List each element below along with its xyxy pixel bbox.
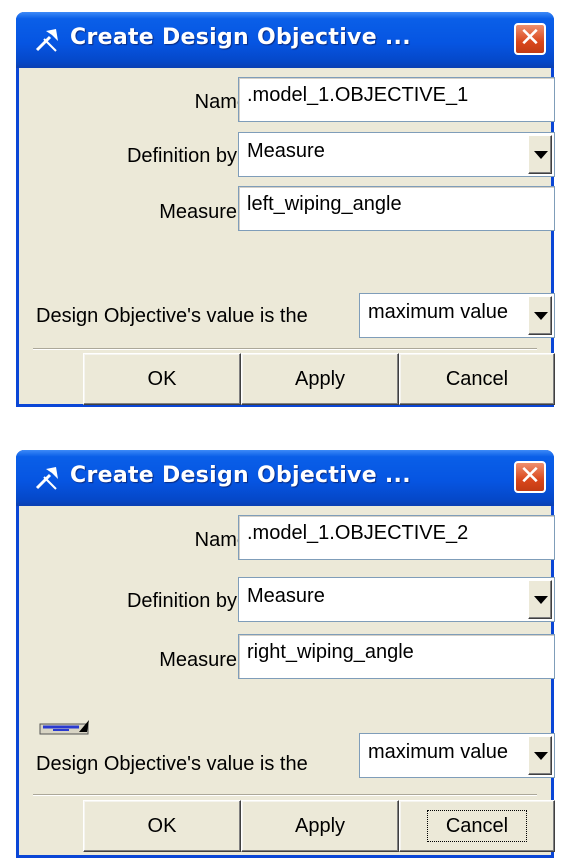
measure-label: Measure [159, 649, 237, 671]
definition-by-value: Measure [247, 140, 325, 162]
value-is-select[interactable]: maximum value [359, 293, 555, 338]
close-icon: ✕ [519, 461, 541, 491]
value-is-label: Design Objective's value is the [36, 753, 308, 775]
definition-by-select[interactable]: Measure [238, 577, 555, 622]
title-bar[interactable]: Create Design Objective ... ✕ [16, 450, 554, 506]
chevron-down-icon[interactable] [528, 736, 552, 775]
chevron-down-icon[interactable] [528, 296, 552, 335]
cancel-button[interactable]: Cancel [399, 800, 555, 852]
value-is-select[interactable]: maximum value [359, 733, 555, 778]
create-design-objective-dialog-1: Create Design Objective ... ✕ Name .mode… [16, 12, 555, 407]
title-bar[interactable]: Create Design Objective ... ✕ [16, 12, 554, 68]
apply-button[interactable]: Apply [241, 353, 399, 405]
close-button[interactable]: ✕ [514, 461, 546, 493]
chevron-down-icon[interactable] [528, 135, 552, 174]
ok-button[interactable]: OK [83, 353, 241, 405]
pin-tool-icon [35, 467, 58, 490]
pin-tool-icon [35, 29, 58, 52]
cancel-button-label: Cancel [426, 810, 528, 842]
measure-field[interactable]: right_wiping_angle [238, 634, 555, 679]
definition-by-label: Definition by [126, 145, 237, 167]
close-button[interactable]: ✕ [514, 23, 546, 55]
measure-field[interactable]: left_wiping_angle [238, 186, 555, 231]
name-field[interactable]: .model_1.OBJECTIVE_1 [238, 77, 555, 122]
definition-by-select[interactable]: Measure [238, 132, 555, 177]
value-is-label: Design Objective's value is the [36, 305, 308, 327]
ok-button[interactable]: OK [83, 800, 241, 852]
definition-by-label: Definition by [126, 590, 237, 612]
toolbar-tool-icon[interactable] [39, 716, 91, 736]
separator [33, 794, 537, 796]
chevron-down-icon[interactable] [528, 580, 552, 619]
name-field[interactable]: .model_1.OBJECTIVE_2 [238, 515, 555, 560]
apply-button[interactable]: Apply [241, 800, 399, 852]
name-label: Name [194, 91, 248, 113]
separator [33, 348, 537, 350]
name-label: Name [194, 529, 248, 551]
value-is-value: maximum value [368, 741, 509, 763]
measure-label: Measure [159, 201, 237, 223]
dialog-title: Create Design Objective ... [70, 463, 411, 488]
cancel-button[interactable]: Cancel [399, 353, 555, 405]
value-is-value: maximum value [368, 301, 509, 323]
close-icon: ✕ [519, 23, 541, 53]
dialog-title: Create Design Objective ... [70, 25, 411, 50]
definition-by-value: Measure [247, 585, 325, 607]
create-design-objective-dialog-2: Create Design Objective ... ✕ Name .mode… [16, 450, 555, 858]
